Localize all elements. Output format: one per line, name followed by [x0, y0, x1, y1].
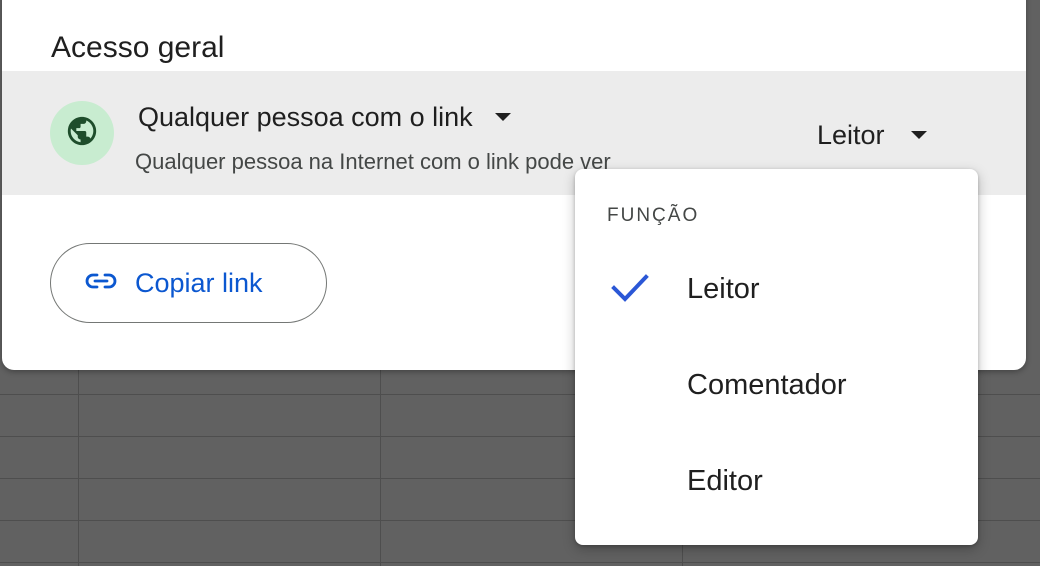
menu-item-label: Leitor — [687, 272, 760, 305]
general-access-description: Qualquer pessoa na Internet com o link p… — [135, 149, 611, 174]
role-dropdown-label: Leitor — [817, 119, 885, 150]
role-menu-header: FUNÇÃO — [607, 205, 700, 226]
menu-item-editor[interactable]: Editor — [575, 445, 978, 517]
general-access-option-label: Qualquer pessoa com o link — [138, 101, 473, 132]
role-dropdown[interactable]: Leitor — [817, 117, 927, 153]
caret-down-icon — [910, 131, 927, 139]
globe-icon — [65, 114, 99, 153]
general-access-dropdown[interactable]: Qualquer pessoa com o link — [138, 99, 511, 135]
role-menu: FUNÇÃO Leitor Comentador Editor — [575, 169, 978, 545]
menu-item-label: Comentador — [687, 368, 847, 401]
caret-down-icon — [494, 113, 511, 121]
link-icon — [85, 272, 117, 295]
menu-item-label: Editor — [687, 464, 763, 497]
menu-item-leitor[interactable]: Leitor — [575, 253, 978, 325]
menu-item-comentador[interactable]: Comentador — [575, 349, 978, 421]
globe-avatar — [50, 101, 114, 165]
checkmark-icon — [611, 273, 649, 308]
copy-link-label: Copiar link — [135, 267, 263, 298]
grid-line — [0, 562, 1040, 563]
copy-link-button[interactable]: Copiar link — [50, 243, 327, 323]
general-access-title: Acesso geral — [51, 31, 225, 64]
